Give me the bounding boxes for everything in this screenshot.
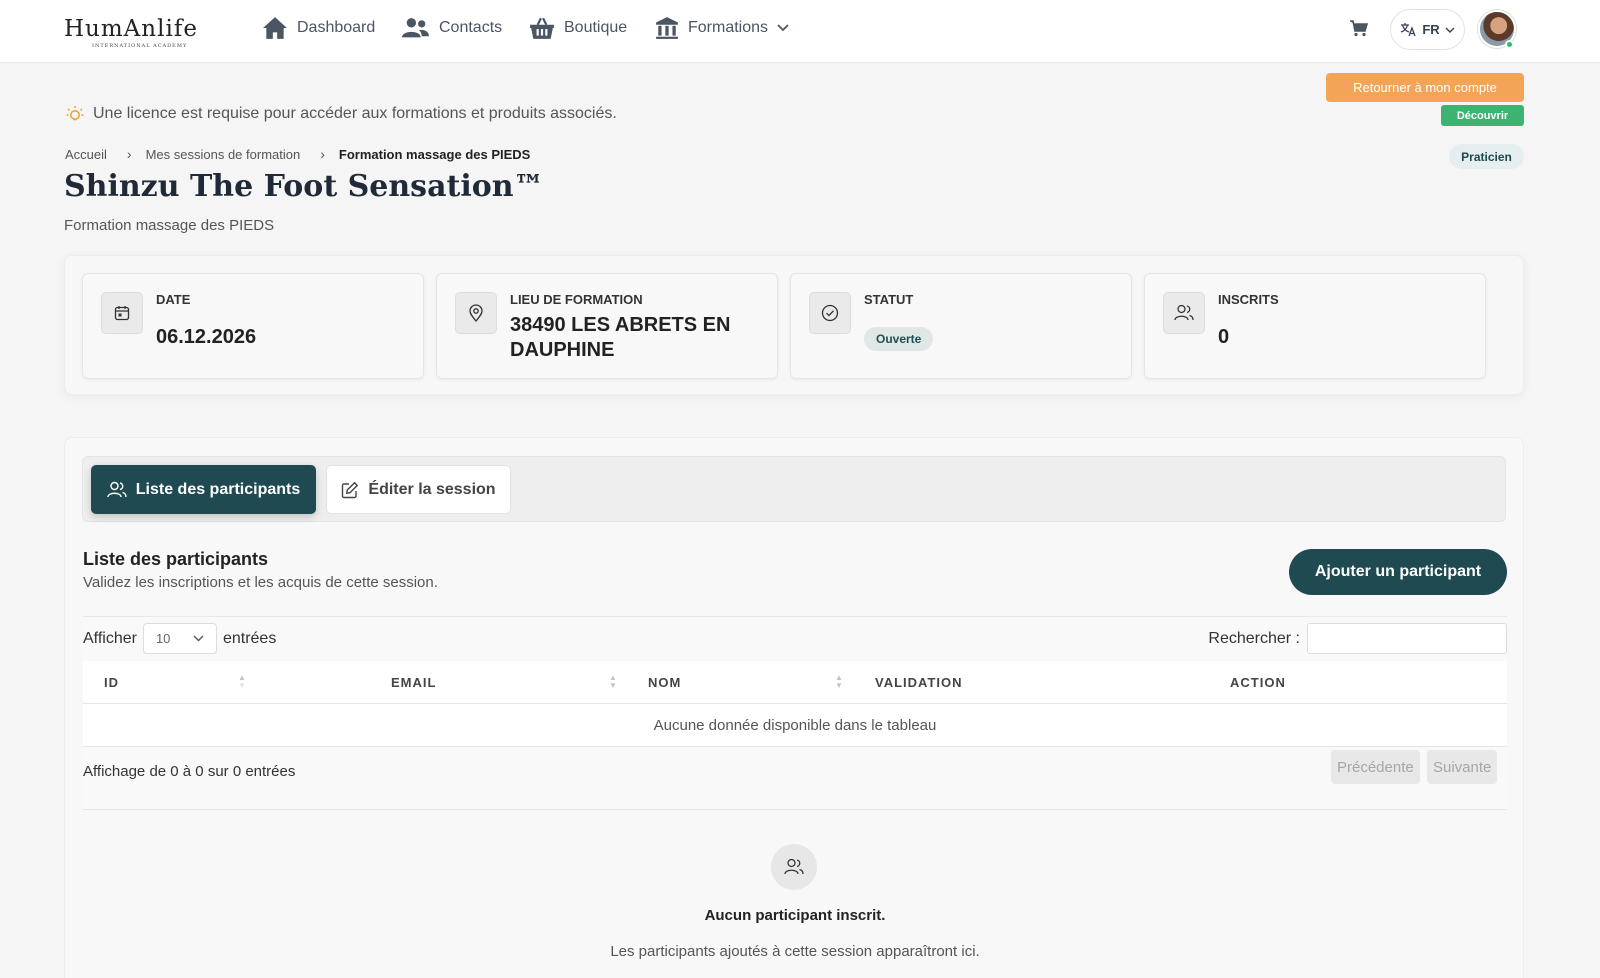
location-value: 38490 LES ABRETS EN DAUPHINE — [510, 314, 731, 361]
users-icon — [1163, 292, 1205, 334]
tab-participants-label: Liste des participants — [135, 480, 301, 498]
institution-icon — [656, 17, 678, 39]
tab-bar: Liste des participants Éditer la session — [82, 456, 1506, 522]
location-card: LIEU DE FORMATION 38490 LES ABRETS EN DA… — [436, 273, 778, 379]
participants-panel: Liste des participants Éditer la session… — [64, 437, 1524, 978]
lightbulb-icon — [66, 106, 84, 121]
date-label: DATE — [156, 292, 191, 307]
col-action: ACTION — [1230, 675, 1286, 690]
empty-state-subtitle: Les participants ajoutés à cette session… — [610, 943, 980, 960]
role-badge: Praticien — [1449, 144, 1524, 169]
date-value: 06.12.2026 — [156, 326, 257, 348]
logo-subtitle: INTERNATIONAL ACADEMY — [92, 43, 188, 49]
table-empty-row: Aucune donnée disponible dans le tableau — [83, 704, 1507, 747]
page-subtitle: Formation massage des PIEDS — [64, 217, 275, 234]
nav-boutique-label: Boutique — [564, 19, 628, 36]
col-validation: VALIDATION — [875, 675, 963, 690]
add-participant-button[interactable]: Ajouter un participant — [1289, 549, 1507, 595]
previous-page-button[interactable]: Précédente — [1331, 750, 1420, 784]
sort-icon: ▲ ▼ — [835, 673, 843, 690]
chevron-down-icon — [193, 635, 204, 642]
basket-icon — [530, 17, 554, 39]
map-pin-icon — [455, 292, 497, 334]
col-id[interactable]: ID — [104, 675, 119, 690]
location-label: LIEU DE FORMATION — [510, 292, 643, 307]
status-badge: Ouverte — [864, 327, 934, 351]
session-summary: DATE 06.12.2026 LIEU DE FORMATION 38490 … — [64, 255, 1524, 395]
online-status-dot — [1505, 40, 1514, 49]
enrolled-card: INSCRITS 0 — [1144, 273, 1486, 379]
users-icon — [402, 18, 429, 38]
page-title: Shinzu The Foot Sensation™ — [64, 169, 544, 204]
breadcrumb: Accueil › Mes sessions de formation › Fo… — [65, 146, 530, 162]
enrolled-label: INSCRITS — [1218, 292, 1279, 307]
users-icon — [771, 844, 817, 890]
return-to-account-button[interactable]: Retourner à mon compte — [1326, 73, 1524, 102]
participants-table-wrapper: Afficher 10 entrées Rechercher : ID ▲ ▼ E… — [83, 616, 1507, 810]
users-icon — [107, 481, 127, 497]
brand-logo[interactable]: HumAnlife INTERNATIONAL ACADEMY — [64, 8, 204, 54]
nav-dashboard-label: Dashboard — [297, 19, 376, 36]
nav-dashboard[interactable]: Dashboard — [262, 14, 375, 42]
table-info: Affichage de 0 à 0 sur 0 entrées — [83, 763, 296, 780]
empty-state-title: Aucun participant inscrit. — [704, 907, 886, 924]
status-label: STATUT — [864, 292, 914, 307]
search-label: Rechercher : — [1208, 629, 1300, 647]
table-search: Rechercher : — [1208, 623, 1507, 654]
logo-wordmark: HumAnlife — [64, 16, 198, 42]
top-navbar: HumAnlife INTERNATIONAL ACADEMY Dashboar… — [0, 0, 1600, 63]
nav-boutique[interactable]: Boutique — [529, 14, 627, 42]
table-header: ID ▲ ▼ EMAIL ▲ ▼ NOM ▲ ▼ VALIDATION ACTION — [83, 661, 1507, 704]
col-email[interactable]: EMAIL — [391, 675, 436, 690]
nav-formations[interactable]: Formations — [655, 14, 789, 42]
entries-label: entrées — [222, 629, 277, 647]
home-icon — [263, 17, 287, 39]
tab-edit-label: Éditer la session — [368, 480, 496, 498]
page-length-select[interactable]: 10 — [142, 623, 217, 654]
show-label: Afficher — [83, 629, 137, 647]
cart-icon — [1350, 20, 1369, 37]
breadcrumb-sessions[interactable]: Mes sessions de formation — [146, 147, 301, 162]
nav-formations-label: Formations — [688, 19, 769, 36]
section-subtitle: Validez les inscriptions et les acquis d… — [83, 574, 438, 591]
nav-contacts-label: Contacts — [439, 19, 503, 36]
sort-asc-icon: ▲ ▼ — [238, 673, 246, 690]
status-card: STATUT Ouverte — [790, 273, 1132, 379]
calendar-icon — [101, 292, 143, 334]
check-circle-icon — [809, 292, 851, 334]
translate-icon — [1401, 23, 1416, 37]
chevron-down-icon — [777, 24, 789, 32]
search-input[interactable] — [1307, 623, 1507, 654]
chevron-down-icon — [1445, 27, 1455, 33]
breadcrumb-current: Formation massage des PIEDS — [338, 146, 531, 162]
col-nom[interactable]: NOM — [648, 675, 681, 690]
cart-button[interactable] — [1350, 20, 1369, 42]
section-title: Liste des participants — [83, 549, 269, 569]
date-card: DATE 06.12.2026 — [82, 273, 424, 379]
enrolled-value: 0 — [1218, 326, 1230, 348]
next-page-button[interactable]: Suivante — [1427, 750, 1498, 784]
tab-edit-session[interactable]: Éditer la session — [326, 465, 511, 514]
language-code: FR — [1422, 22, 1440, 37]
breadcrumb-home[interactable]: Accueil — [65, 147, 107, 162]
language-switcher[interactable]: FR — [1390, 9, 1465, 50]
page-length-control: Afficher 10 entrées — [83, 623, 276, 654]
nav-contacts[interactable]: Contacts — [401, 14, 502, 42]
license-text: Une licence est requise pour accéder aux… — [93, 105, 617, 122]
chevron-right-icon: › — [320, 146, 325, 162]
page-length-value: 10 — [155, 631, 171, 646]
discover-button[interactable]: Découvrir — [1441, 105, 1524, 126]
chevron-right-icon: › — [126, 146, 132, 162]
license-notice: Une licence est requise pour accéder aux… — [65, 104, 617, 124]
sort-icon: ▲ ▼ — [609, 673, 617, 690]
tab-participants[interactable]: Liste des participants — [91, 465, 316, 514]
edit-icon — [342, 481, 359, 498]
